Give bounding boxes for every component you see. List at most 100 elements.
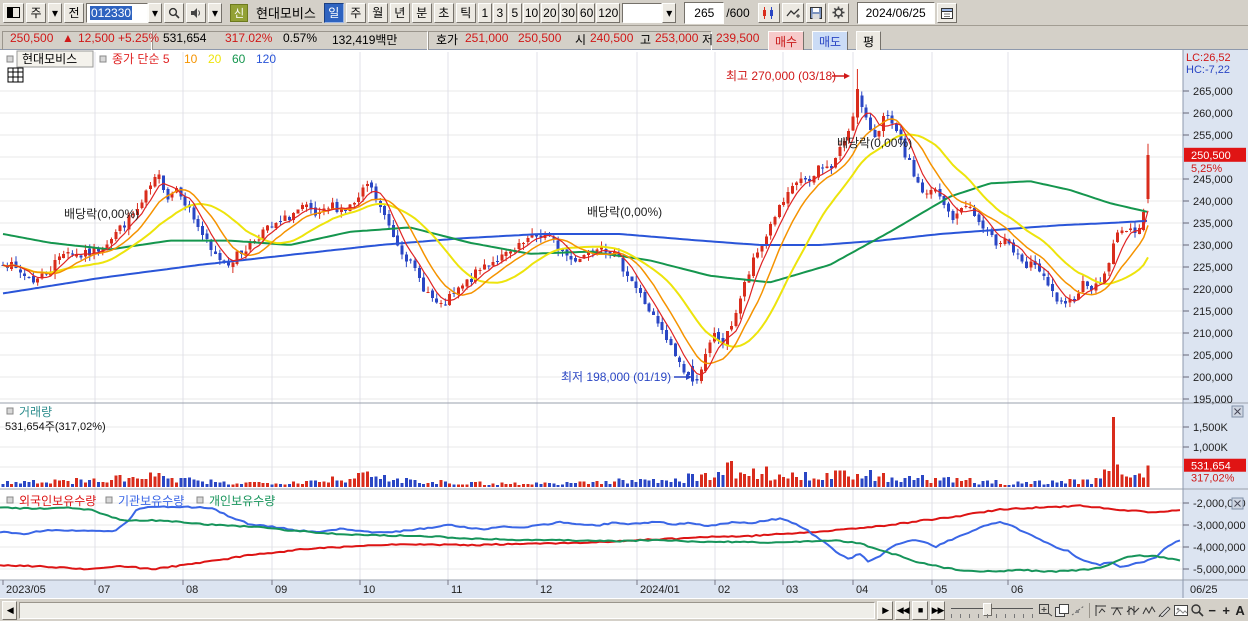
svg-text:거래량: 거래량 (19, 405, 52, 419)
magnifier-icon[interactable] (1190, 602, 1204, 619)
trendline-mode-icon[interactable] (1071, 602, 1085, 619)
legend-square-icon[interactable] (105, 496, 113, 504)
minute-button-10[interactable]: 10 (522, 2, 541, 23)
prev-stock-button[interactable]: 전 (64, 2, 84, 23)
avg-button[interactable]: 평 (856, 31, 882, 52)
stock-name-label[interactable]: 현대모비스 (250, 3, 322, 23)
minute-button-20[interactable]: 20 (541, 2, 559, 23)
svg-text:07: 07 (98, 584, 110, 596)
week-cycle-button[interactable]: 주 (26, 2, 46, 23)
code-dropdown-arrow-icon[interactable]: ▾ (148, 2, 162, 23)
stop-button[interactable]: ■ (912, 600, 928, 620)
cross-tool-icon[interactable] (1094, 602, 1108, 619)
svg-text:-5,000,000: -5,000,000 (1193, 564, 1246, 576)
buy-button[interactable]: 매수 (768, 31, 805, 52)
price-change: 12,500 (78, 31, 115, 45)
step-forward-button[interactable]: ▶▶ (929, 600, 946, 620)
image-export-icon[interactable] (1174, 602, 1189, 619)
svg-text:240,000: 240,000 (1193, 196, 1233, 208)
pencil-tool-icon[interactable] (1158, 602, 1172, 619)
minute-button-60[interactable]: 60 (577, 2, 596, 23)
high-label: 고 (640, 33, 652, 47)
low-price: 239,500 (716, 31, 760, 45)
stock-code-combo: 012330 ▾ (86, 2, 162, 23)
svg-text:외국인보유수량: 외국인보유수량 (19, 494, 96, 508)
minute-button-5[interactable]: 5 (507, 2, 522, 23)
svg-text:255,000: 255,000 (1193, 130, 1233, 142)
svg-text:개인보유수량: 개인보유수량 (209, 494, 275, 508)
period-button-6[interactable]: 틱 (455, 2, 476, 23)
line-style-icon[interactable] (781, 2, 804, 23)
overlay-windows-icon[interactable] (1055, 602, 1070, 619)
main-toolbar: 주 ▾ 전 012330 ▾ ▾ 신 현대모비스 일주월년분초틱 1 3 5 10 20… (0, 0, 1248, 26)
close-pane-icon[interactable] (1231, 405, 1244, 418)
svg-text:HC:-7,22: HC:-7,22 (1186, 64, 1230, 76)
legend-square-icon[interactable] (99, 55, 107, 63)
period-button-2[interactable]: 월 (367, 2, 388, 23)
stock-code-input[interactable]: 012330 (86, 2, 148, 23)
valley-tool-icon[interactable] (1126, 602, 1140, 619)
volume-value: 531,654 (163, 31, 207, 45)
week-dropdown-arrow-icon[interactable]: ▾ (48, 2, 62, 23)
period-button-0[interactable]: 일 (323, 2, 344, 23)
svg-text:60: 60 (232, 52, 246, 66)
speaker-icon[interactable] (186, 2, 206, 23)
candle-style-icon[interactable] (757, 2, 780, 23)
minute-button-3[interactable]: 3 (492, 2, 507, 23)
speaker-dropdown-arrow-icon[interactable]: ▾ (208, 2, 222, 23)
grid-icon[interactable] (7, 67, 24, 83)
open-label: 시 (575, 33, 587, 47)
stock-chart-canvas[interactable]: LC:26,52HC:-7,22 265,000 260,000 255,000 245… (0, 50, 1248, 598)
scroll-left-button[interactable]: ◀ (2, 600, 18, 620)
interval-dropdown-arrow-icon[interactable]: ▾ (662, 2, 677, 23)
trade-amount: 132,419백만 (332, 33, 398, 47)
minute-button-1[interactable]: 1 (477, 2, 492, 23)
period-button-1[interactable]: 주 (345, 2, 366, 23)
svg-text:배당락(0,00%): 배당락(0,00%) (64, 207, 139, 221)
bar-width-slider[interactable] (951, 602, 1034, 619)
minute-button-30[interactable]: 30 (559, 2, 577, 23)
svg-text:260,000: 260,000 (1193, 108, 1233, 120)
bar-count-input[interactable] (684, 1, 725, 24)
svg-text:205,000: 205,000 (1193, 350, 1233, 362)
svg-text:120: 120 (256, 52, 276, 66)
legend-square-icon[interactable] (6, 55, 14, 63)
close-pane-icon[interactable] (1231, 497, 1244, 510)
svg-text:531,654주(317,02%): 531,654주(317,02%) (5, 421, 106, 433)
date-input[interactable] (856, 1, 935, 24)
svg-text:기관보유수량: 기관보유수량 (118, 494, 184, 508)
window-icon[interactable] (3, 2, 24, 23)
zoom-out-button[interactable]: − (1206, 602, 1218, 619)
calendar-icon[interactable] (936, 2, 957, 23)
step-back-button[interactable]: ◀◀ (894, 600, 911, 620)
legend-square-icon[interactable] (196, 496, 204, 504)
period-button-4[interactable]: 분 (411, 2, 432, 23)
zoom-area-icon[interactable] (1039, 602, 1053, 619)
scroll-right-button[interactable]: ▶ (877, 600, 893, 620)
auto-scale-button[interactable]: A (1234, 602, 1246, 619)
peak-tool-icon[interactable] (1110, 602, 1124, 619)
sell-button[interactable]: 매도 (812, 31, 849, 52)
legend-square-icon[interactable] (6, 496, 14, 504)
period-button-3[interactable]: 년 (389, 2, 410, 23)
low-label: 저 (702, 33, 714, 47)
zoom-in-button[interactable]: + (1220, 602, 1232, 619)
ask-price: 251,000 (465, 31, 509, 45)
minute-button-120[interactable]: 120 (596, 2, 621, 23)
change-percent: +5.25% (118, 31, 160, 45)
chart-area[interactable]: LC:26,52 HC:-7,22 265,000 260,000 255,000 245… (0, 50, 1248, 598)
interval-select[interactable] (622, 2, 663, 23)
period-button-5[interactable]: 초 (433, 2, 454, 23)
save-icon[interactable] (805, 2, 826, 23)
settings-gear-icon[interactable] (827, 2, 849, 23)
svg-text:230,000: 230,000 (1193, 240, 1233, 252)
search-icon[interactable] (164, 2, 184, 23)
legend-square-icon[interactable] (6, 407, 14, 415)
wave-tool-icon[interactable] (1142, 602, 1156, 619)
minute-button-group: 1 3 5 10 20 30 60 120 (477, 2, 621, 23)
open-price: 240,500 (590, 31, 634, 45)
chart-scrollbar-track[interactable] (19, 601, 876, 619)
svg-text:03: 03 (786, 584, 798, 596)
svg-text:배당락(0,00%): 배당락(0,00%) (587, 205, 662, 219)
svg-text:06: 06 (1011, 584, 1023, 596)
